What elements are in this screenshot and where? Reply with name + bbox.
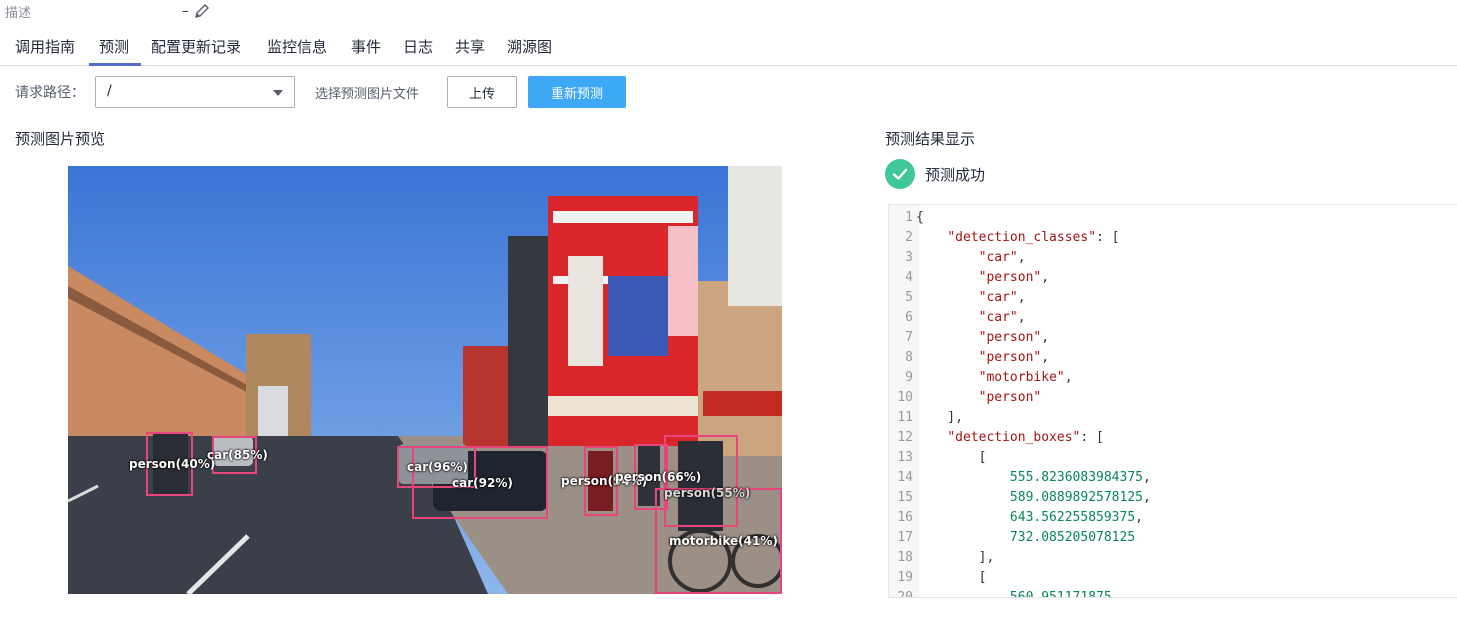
code-line: 6 "car", — [889, 308, 1457, 328]
code-line: 10 "person" — [889, 388, 1457, 408]
tab-call-guide[interactable]: 调用指南 — [15, 36, 75, 57]
line-number: 15 — [897, 490, 913, 505]
code-text: 589.0889892578125, — [1009, 490, 1151, 505]
result-title: 预测结果显示 — [885, 130, 976, 148]
request-path-label: 请求路径： — [15, 85, 85, 101]
line-number: 16 — [897, 510, 913, 525]
tab-config-history[interactable]: 配置更新记录 — [151, 36, 241, 57]
line-number: 6 — [905, 310, 913, 325]
detection-label: motorbike(41%) — [669, 534, 778, 548]
line-number: 8 — [905, 350, 913, 365]
line-number: 17 — [897, 530, 913, 545]
tab-logs[interactable]: 日志 — [403, 36, 433, 57]
code-text: 732.085205078125 — [1009, 530, 1136, 545]
model-predict-page: 描述 – 调用指南 预测 配置更新记录 监控信息 事件 日志 共享 溯源图 请求… — [0, 0, 1457, 626]
code-text: ], — [916, 410, 963, 425]
line-number: 19 — [897, 570, 913, 585]
line-number: 14 — [897, 470, 913, 485]
check-circle-icon — [885, 159, 915, 189]
tab-lineage[interactable]: 溯源图 — [507, 36, 552, 57]
description-label: 描述 — [5, 5, 32, 21]
code-line: 14 555.8236083984375, — [889, 468, 1457, 488]
code-line: 20 560.951171875, — [889, 588, 1457, 598]
line-number: 13 — [897, 450, 913, 465]
code-text: 555.8236083984375, — [1009, 470, 1151, 485]
line-number: 4 — [905, 270, 913, 285]
code-line: 19 [ — [889, 568, 1457, 588]
description-value-group: – — [182, 2, 211, 20]
line-number: 3 — [905, 250, 913, 265]
detection-label: car(96%) — [407, 460, 468, 474]
code-text: [ — [916, 570, 987, 585]
repredict-button[interactable]: 重新预测 — [528, 76, 626, 108]
code-line: 18 ], — [889, 548, 1457, 568]
preview-title: 预测图片预览 — [15, 130, 106, 148]
line-number: 9 — [905, 370, 913, 385]
code-text: "motorbike", — [978, 370, 1073, 385]
code-text: "car", — [978, 310, 1026, 325]
code-text: "person", — [978, 330, 1050, 345]
tab-bar: 调用指南 预测 配置更新记录 监控信息 事件 日志 共享 溯源图 — [0, 30, 1457, 66]
choose-image-label: 选择预测图片文件 — [315, 87, 420, 102]
upload-button[interactable]: 上传 — [447, 76, 517, 108]
code-text: "detection_boxes": [ — [947, 430, 1104, 445]
line-number: 12 — [897, 430, 913, 445]
code-line: 1{ — [889, 208, 1457, 228]
line-number: 7 — [905, 330, 913, 345]
code-text: "person", — [978, 270, 1050, 285]
code-line: 16 643.562255859375, — [889, 508, 1457, 528]
code-line: 13 [ — [889, 448, 1457, 468]
result-json-viewer[interactable]: 1{2 "detection_classes": [3 "car", 4 "per… — [888, 204, 1457, 598]
code-text: "car", — [978, 250, 1026, 265]
detection-label: car(85%) — [207, 448, 268, 462]
tab-monitoring[interactable]: 监控信息 — [267, 36, 327, 57]
detection-label: car(92%) — [452, 476, 513, 490]
line-number: 11 — [897, 410, 913, 425]
line-number: 10 — [897, 390, 913, 405]
tab-events[interactable]: 事件 — [351, 36, 381, 57]
code-line: 3 "car", — [889, 248, 1457, 268]
line-number: 5 — [905, 290, 913, 305]
code-text: "detection_classes": [ — [947, 230, 1120, 245]
code-line: 17 732.085205078125 — [889, 528, 1457, 548]
active-tab-indicator — [89, 63, 141, 66]
code-line: 15 589.0889892578125, — [889, 488, 1457, 508]
detection-label: person(66%) — [615, 470, 702, 484]
request-path-value: / — [107, 83, 112, 99]
code-line: 8 "person", — [889, 348, 1457, 368]
tab-predict[interactable]: 预测 — [99, 36, 129, 57]
code-text: "person", — [978, 350, 1050, 365]
code-line: 2 "detection_classes": [ — [889, 228, 1457, 248]
code-line: 12 "detection_boxes": [ — [889, 428, 1457, 448]
prediction-image: person(40%) car(85%) car(96%) car(92%) p… — [68, 166, 782, 594]
chevron-down-icon — [273, 90, 283, 96]
detection-label: person(40%) — [129, 457, 216, 471]
line-number: 1 — [905, 210, 913, 225]
code-line: 5 "car", — [889, 288, 1457, 308]
status-text: 预测成功 — [925, 165, 986, 184]
code-text: "person" — [978, 390, 1042, 405]
code-text: [ — [916, 450, 987, 465]
line-number: 20 — [897, 590, 913, 598]
tab-share[interactable]: 共享 — [455, 36, 485, 57]
code-text: 560.951171875, — [1009, 590, 1120, 598]
line-number: 2 — [905, 230, 913, 245]
prediction-status: 预测成功 — [885, 159, 985, 189]
code-text: 643.562255859375, — [1009, 510, 1143, 525]
code-line: 9 "motorbike", — [889, 368, 1457, 388]
code-text: { — [916, 210, 924, 225]
line-number: 18 — [897, 550, 913, 565]
code-text: "car", — [978, 290, 1026, 305]
pencil-icon[interactable] — [193, 2, 211, 20]
description-value: – — [182, 3, 189, 19]
request-path-select[interactable]: / — [95, 76, 295, 108]
code-line: 4 "person", — [889, 268, 1457, 288]
detection-label: person(55%) — [664, 486, 751, 500]
code-line: 11 ], — [889, 408, 1457, 428]
code-text: ], — [916, 550, 995, 565]
description-row: 描述 — [5, 0, 31, 22]
code-line: 7 "person", — [889, 328, 1457, 348]
